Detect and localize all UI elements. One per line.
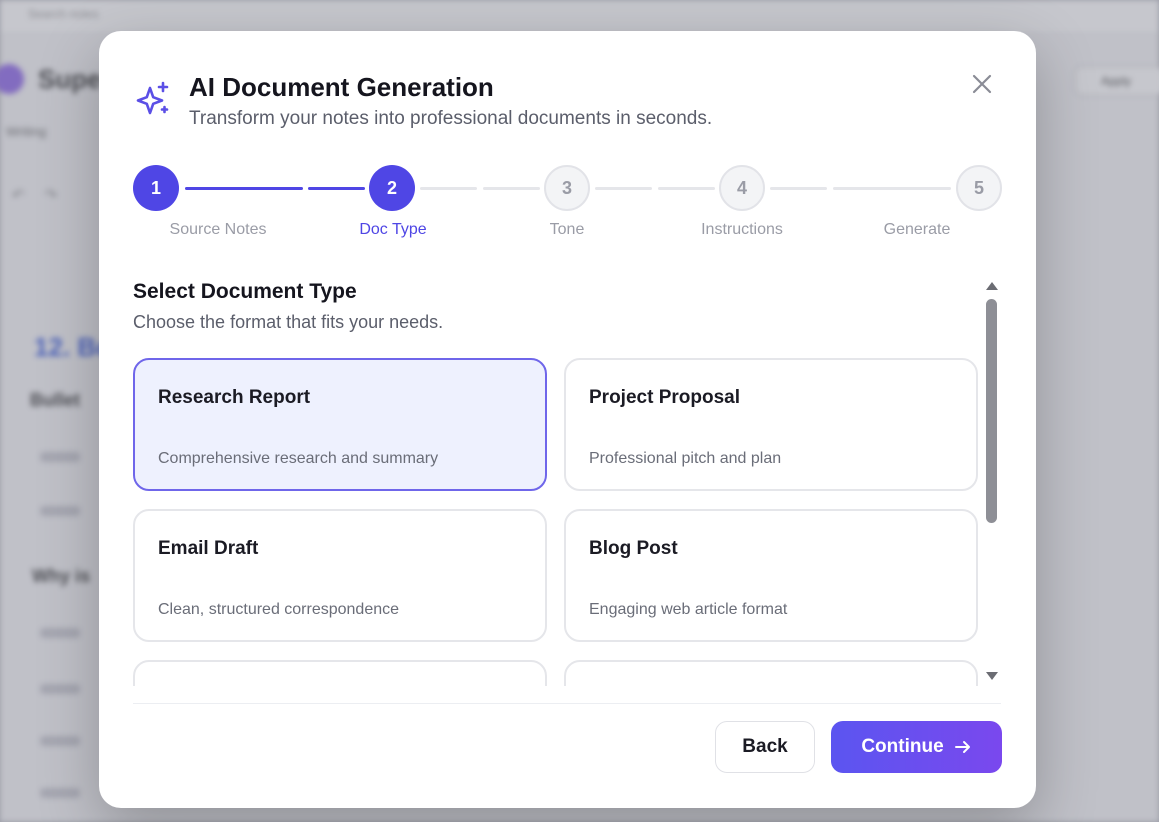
close-icon[interactable] (967, 69, 997, 99)
card-description: Clean, structured correspondence (158, 601, 400, 618)
doc-type-card-project-proposal[interactable]: Project Proposal Professional pitch and … (564, 358, 978, 491)
continue-button-label: Continue (861, 736, 944, 757)
arrow-right-icon (954, 741, 970, 753)
back-button[interactable]: Back (715, 721, 815, 773)
step-connector (595, 187, 652, 190)
step-1-circle[interactable]: 1 (133, 165, 179, 211)
scrollbar-thumb[interactable] (986, 299, 997, 523)
doc-type-card-blog-post[interactable]: Blog Post Engaging web article format (564, 509, 978, 642)
modal-title: AI Document Generation (189, 72, 494, 102)
step-connector (658, 187, 715, 190)
modal-subtitle: Transform your notes into professional d… (189, 108, 713, 129)
doc-type-card[interactable] (564, 660, 978, 686)
scroll-up-arrow-icon[interactable] (985, 279, 999, 293)
step-connector (770, 187, 827, 190)
step-2-label: Doc Type (359, 221, 427, 238)
card-description: Comprehensive research and summary (158, 450, 439, 467)
step-4-circle[interactable]: 4 (719, 165, 765, 211)
section-subtitle: Choose the format that fits your needs. (133, 312, 444, 332)
step-4-label: Instructions (701, 221, 783, 238)
section-title: Select Document Type (133, 280, 357, 303)
step-connector (420, 187, 477, 190)
ai-document-modal: AI Document Generation Transform your no… (99, 31, 1036, 808)
continue-button[interactable]: Continue (831, 721, 1002, 773)
sparkles-icon (136, 81, 169, 115)
step-1-label: Source Notes (169, 221, 267, 238)
footer-divider (133, 703, 1001, 704)
step-connector (833, 187, 951, 190)
step-connector (308, 187, 365, 190)
step-connector (185, 187, 303, 190)
card-description: Engaging web article format (589, 601, 788, 618)
card-title: Email Draft (158, 538, 259, 559)
step-connector (483, 187, 540, 190)
step-5-circle[interactable]: 5 (956, 165, 1002, 211)
card-title: Project Proposal (589, 387, 740, 408)
doc-type-card-research-report[interactable]: Research Report Comprehensive research a… (133, 358, 547, 491)
doc-type-card[interactable] (133, 660, 547, 686)
scroll-down-arrow-icon[interactable] (985, 669, 999, 683)
step-3-label: Tone (549, 221, 585, 238)
step-2-circle[interactable]: 2 (369, 165, 415, 211)
card-title: Research Report (158, 387, 311, 408)
card-title: Blog Post (589, 538, 678, 559)
step-3-circle[interactable]: 3 (544, 165, 590, 211)
card-description: Professional pitch and plan (589, 450, 782, 467)
doc-type-card-email-draft[interactable]: Email Draft Clean, structured correspond… (133, 509, 547, 642)
document-type-list[interactable]: Research Report Comprehensive research a… (133, 358, 979, 686)
progress-stepper: 1 2 3 4 5 Source Notes Doc Type Tone Ins… (99, 165, 1036, 245)
step-5-label: Generate (883, 221, 951, 238)
